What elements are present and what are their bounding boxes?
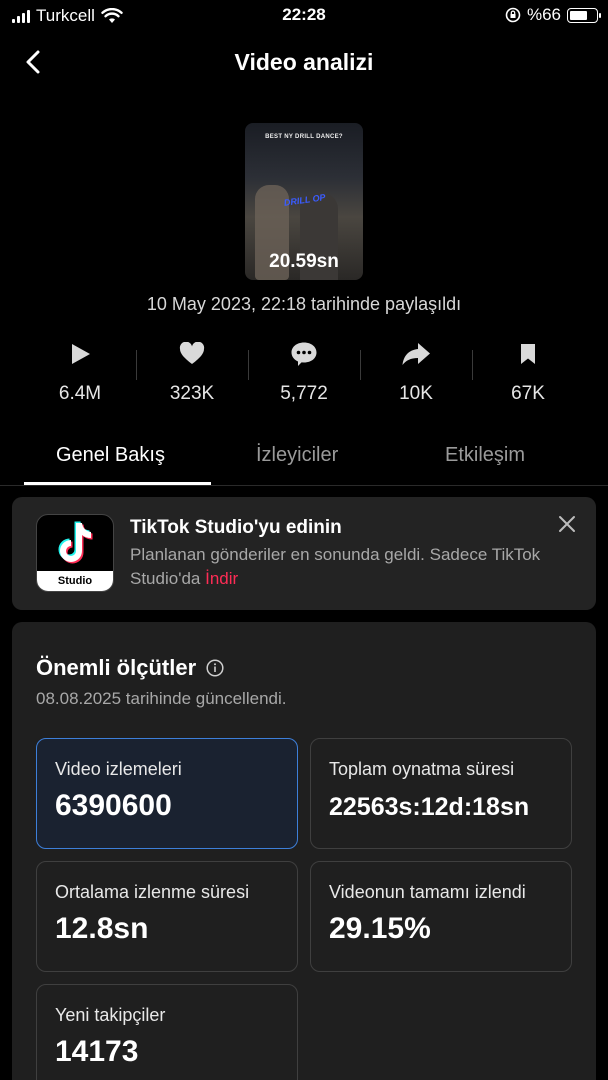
stat-value: 67K <box>511 383 545 404</box>
metrics-title: Önemli ölçütler <box>36 655 197 680</box>
heart-icon <box>179 342 205 364</box>
analytics-tabs: Genel Bakış İzleyiciler Etkileşim <box>0 436 608 486</box>
engagement-stats: 6.4M 323K 5,772 10K 67K <box>24 336 584 416</box>
video-thumbnail[interactable]: BEST NY DRILL DANCE? DRILL OP 20.59sn <box>245 123 363 280</box>
metric-value: 14173 <box>55 1035 139 1068</box>
metric-value: 29.15% <box>329 912 431 945</box>
metric-label: Yeni takipçiler <box>55 1005 166 1025</box>
metric-tile-full-video-watched[interactable]: Videonun tamamı izlendi 29.15% <box>310 861 572 972</box>
tab-overview[interactable]: Genel Bakış <box>56 444 165 467</box>
page-title: Video analizi <box>234 49 374 75</box>
metrics-updated: 08.08.2025 tarihinde güncellendi. <box>36 689 287 708</box>
battery-icon <box>567 7 601 23</box>
tab-viewers[interactable]: İzleyiciler <box>256 444 338 467</box>
video-duration: 20.59sn <box>269 251 339 272</box>
orientation-lock-icon <box>505 7 521 23</box>
promo-body: Planlanan gönderiler en sonunda geldi. S… <box>130 543 550 591</box>
stat-likes: 323K <box>136 336 248 416</box>
metric-value: 6390600 <box>55 789 172 822</box>
studio-label: Studio <box>37 571 113 591</box>
stat-value: 323K <box>169 383 215 404</box>
metric-tile-video-views[interactable]: Video izlemeleri 6390600 <box>36 738 298 849</box>
studio-promo-banner[interactable]: Studio TikTok Studio'yu edinin Planlanan… <box>12 497 596 610</box>
metric-tile-total-play-time[interactable]: Toplam oynatma süresi 22563s:12d:18sn <box>310 738 572 849</box>
info-icon[interactable] <box>206 659 224 677</box>
stat-saves: 67K <box>472 336 584 416</box>
metrics-header: Önemli ölçütler <box>36 655 224 681</box>
stat-value: 6.4M <box>58 383 102 404</box>
active-tab-indicator <box>24 482 211 485</box>
stat-shares: 10K <box>360 336 472 416</box>
metric-tile-avg-watch-time[interactable]: Ortalama izlenme süresi 12.8sn <box>36 861 298 972</box>
download-link[interactable]: İndir <box>205 569 238 588</box>
metric-tile-new-followers[interactable]: Yeni takipçiler 14173 <box>36 984 298 1080</box>
metric-label: Toplam oynatma süresi <box>329 759 515 779</box>
metric-label: Ortalama izlenme süresi <box>55 882 250 902</box>
key-metrics-card: Önemli ölçütler 08.08.2025 tarihinde gün… <box>12 622 596 1080</box>
close-icon[interactable] <box>558 515 576 533</box>
metric-value: 12.8sn <box>55 912 149 945</box>
stat-comments: 5,772 <box>248 336 360 416</box>
stat-value: 5,772 <box>280 383 328 404</box>
status-bar: Turkcell 22:28 %66 <box>0 0 608 32</box>
tiktok-logo-icon <box>58 521 93 564</box>
metric-value: 22563s:12d:18sn <box>329 793 530 821</box>
play-icon <box>72 344 90 364</box>
tiktok-studio-app-icon: Studio <box>36 514 114 592</box>
metric-label: Videonun tamamı izlendi <box>329 882 526 902</box>
bookmark-icon <box>521 344 535 364</box>
tab-engagement[interactable]: Etkileşim <box>445 444 525 467</box>
top-navigation: Video analizi <box>0 40 608 84</box>
battery-percent: %66 <box>526 5 561 24</box>
thumbnail-caption: BEST NY DRILL DANCE? <box>265 134 343 140</box>
comment-icon <box>291 342 317 366</box>
stat-value: 10K <box>399 383 433 404</box>
metric-label: Video izlemeleri <box>55 759 182 779</box>
posted-date: 10 May 2023, 22:18 tarihinde paylaşıldı <box>146 294 462 314</box>
promo-text: Planlanan gönderiler en sonunda geldi. S… <box>130 545 541 588</box>
stat-views: 6.4M <box>24 336 136 416</box>
share-icon <box>402 343 430 365</box>
status-right: %66 <box>505 5 601 25</box>
promo-title: TikTok Studio'yu edinin <box>130 517 342 538</box>
